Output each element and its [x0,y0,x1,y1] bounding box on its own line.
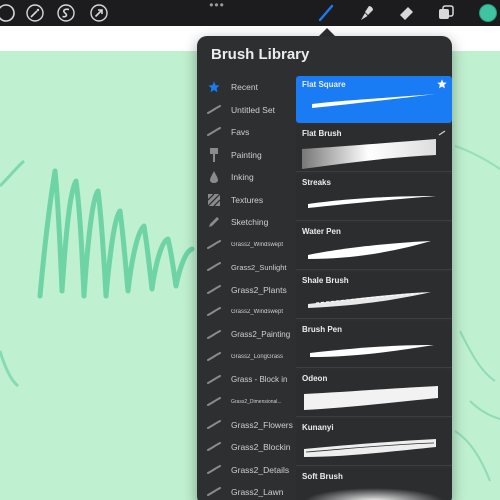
brush-set-label: Favs [231,127,250,137]
brush-water-pen[interactable]: Water Pen [296,223,452,270]
brush-set-inking[interactable]: Inking [197,166,296,188]
brush-set-grass-windswept[interactable]: Grass2_Windswept [197,234,296,256]
brush-set-label: Grass2_Flowers [231,419,293,430]
brush-set-grass-windswept-2[interactable]: Grass2_Windswept [197,301,296,323]
brush-shale-brush[interactable]: Shale Brush [296,272,452,319]
brush-set-painting[interactable]: Painting [197,144,296,166]
stroke-icon [207,463,221,477]
brush-edit-mark-icon [438,130,446,136]
brush-set-grass-flowers[interactable]: Grass2_Flowers [197,414,296,436]
brush-set-recent[interactable]: Recent [197,76,296,98]
brush-set-grass-lawn[interactable]: Grass2_Lawn [197,481,296,500]
top-toolbar: ••• [0,0,500,26]
brush-kunanyi[interactable]: Kunanyi [296,419,452,466]
brush-odeon[interactable]: Odeon [296,370,452,417]
stroke-icon [207,350,221,364]
brush-set-label: Untitled Set [231,104,275,115]
panel-title: Brush Library [211,46,310,63]
stroke-icon [207,395,221,409]
selection-icon[interactable] [56,3,76,23]
brush-stroke-preview [304,386,438,410]
magic-wand-icon[interactable] [25,3,45,23]
brush-streaks[interactable]: Streaks [296,174,452,221]
transform-arrow-icon[interactable] [89,3,109,23]
brush-brush-pen[interactable]: Brush Pen [296,321,452,368]
brush-set-label: Grass2_Details [231,464,290,475]
brush-sets-list[interactable]: Recent Untitled Set Favs Painting Inking… [197,76,296,500]
color-picker-swatch[interactable] [479,4,497,22]
brush-set-grass-blockin[interactable]: Grass2_Blockin [197,436,296,458]
brush-set-label: Grass2_Windswept [231,241,284,248]
stroke-icon [207,103,221,117]
brush-flat-square[interactable]: Flat Square [296,76,452,123]
stroke-icon [207,328,221,342]
brush-flat-brush[interactable]: Flat Brush [296,125,452,172]
brush-set-label: Grass2_Sunlight [231,262,287,272]
brush-set-textures[interactable]: Textures [197,189,296,211]
ink-drop-icon [207,170,221,184]
brush-soft-brush[interactable]: Soft Brush [296,468,452,500]
brush-set-grass-details[interactable]: Grass2_Details [197,459,296,481]
brush-stroke-preview [302,139,436,169]
brush-stroke-preview [310,345,434,357]
brush-set-grass-painting[interactable]: Grass2_Painting [197,324,296,346]
brushes-list[interactable]: Flat Square Flat Brush Streaks Water Pen… [296,76,452,500]
brush-set-sketching[interactable]: Sketching [197,211,296,233]
brush-stroke-preview [304,439,436,457]
stroke-icon [207,440,221,454]
brush-set-label: Grass2_Blockin [231,442,291,452]
star-icon [207,80,221,94]
more-options-dots[interactable]: ••• [207,0,227,12]
brush-stroke-preview [308,292,431,308]
brush-set-label: Grass2_Plants [231,284,287,295]
brush-stroke-preview [312,94,436,108]
brush-set-grass-sunlight[interactable]: Grass2_Sunlight [197,256,296,278]
brush-set-grass-plants[interactable]: Grass2_Plants [197,279,296,301]
stroke-icon [207,238,221,252]
brush-set-label: Recent [231,82,258,92]
eraser-tool-icon[interactable] [396,3,416,23]
brush-set-favs[interactable]: Favs [197,121,296,143]
brush-stroke-preview [308,196,436,208]
stroke-icon [207,260,221,274]
brush-set-label: Sketching [231,217,269,227]
stroke-icon [207,305,221,319]
adjustments-wand-icon[interactable] [0,3,16,23]
stroke-icon [207,125,221,139]
texture-icon [207,193,221,207]
smudge-tool-icon[interactable] [357,3,377,23]
stroke-icon [207,283,221,297]
brush-set-grass-dimensional[interactable]: Grass2_Dimensional... [197,391,296,413]
brush-set-label: Grass2_Lawn [231,487,284,497]
brush-set-label: Grass2_LongGrass [231,354,284,360]
brush-set-label: Inking [231,172,254,182]
brush-tool-icon[interactable] [316,3,336,23]
stroke-icon [207,418,221,432]
brush-set-grass-block-in[interactable]: Grass - Block in [197,369,296,391]
brush-set-label: Grass - Block in [231,375,288,384]
brush-set-label: Textures [231,194,264,205]
brush-set-label: Grass2_Windswept [231,309,284,315]
stroke-icon [207,373,221,387]
brush-stroke-preview [308,241,431,259]
brush-set-label: Grass2_Dimensional... [231,399,282,405]
layers-icon[interactable] [436,3,456,23]
brush-library-panel: Brush Library Recent Untitled Set Favs P… [197,36,452,500]
pencil-icon [207,215,221,229]
brush-set-label: Painting [231,149,262,160]
stroke-icon [207,485,221,499]
brush-set-grass-longgrass[interactable]: Grass2_LongGrass [197,346,296,368]
paintbrush-icon [207,147,221,162]
brush-set-label: Grass2_Painting [231,330,291,339]
brush-set-untitled[interactable]: Untitled Set [197,99,296,121]
brush-stroke-preview [304,488,444,500]
